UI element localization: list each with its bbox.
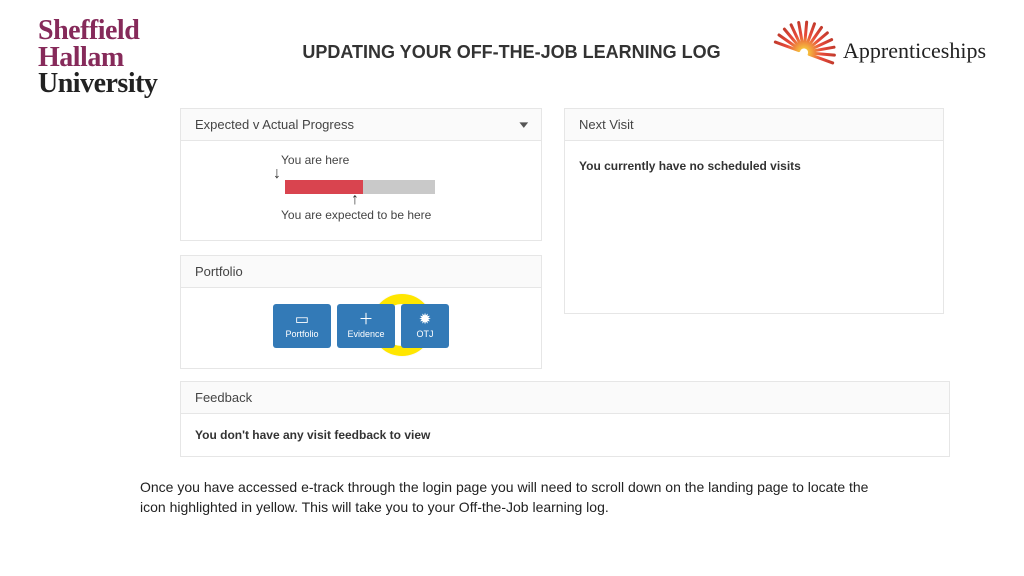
arrow-down-icon: ↓ <box>273 169 527 179</box>
shu-logo: Sheffield Hallam University <box>38 18 248 98</box>
feedback-panel-title: Feedback <box>181 382 949 414</box>
progress-bar-actual <box>285 180 363 194</box>
you-are-here-label: You are here <box>281 153 527 167</box>
instruction-caption: Once you have accessed e-track through t… <box>0 457 1024 518</box>
portfolio-button[interactable]: ▭ Portfolio <box>273 304 331 348</box>
plus-icon: ＋ <box>358 312 373 327</box>
caret-down-icon[interactable]: ▾ <box>520 118 529 131</box>
progress-panel-title: Expected v Actual Progress <box>195 117 354 132</box>
arrow-up-icon: ↑ <box>351 194 527 205</box>
otj-button[interactable]: ✹ OTJ <box>401 304 449 348</box>
evidence-button[interactable]: ＋ Evidence <box>337 304 395 348</box>
book-icon: ▭ <box>295 312 309 327</box>
shu-logo-line2: Hallam <box>38 45 248 72</box>
expected-here-label: You are expected to be here <box>281 208 527 222</box>
portfolio-panel-title: Portfolio <box>195 264 243 279</box>
apprenticeships-logo: Apprenticeships <box>775 18 986 80</box>
next-visit-panel-title: Next Visit <box>579 117 634 132</box>
shu-logo-line3: University <box>38 71 248 98</box>
next-visit-panel: Next Visit You currently have no schedul… <box>564 108 944 314</box>
portfolio-panel: Portfolio ▭ Portfolio ＋ Evidence ✹ OTJ <box>180 255 542 369</box>
evidence-button-label: Evidence <box>347 329 384 339</box>
otj-button-label: OTJ <box>417 329 434 339</box>
sunburst-icon <box>775 22 833 80</box>
page-title: UPDATING YOUR OFF-THE-JOB LEARNING LOG <box>288 18 735 64</box>
next-visit-message: You currently have no scheduled visits <box>565 141 943 313</box>
feedback-message: You don't have any visit feedback to vie… <box>181 414 949 456</box>
portfolio-button-label: Portfolio <box>285 329 318 339</box>
progress-panel: Expected v Actual Progress ▾ You are her… <box>180 108 542 241</box>
feedback-panel: Feedback You don't have any visit feedba… <box>180 381 950 457</box>
shu-logo-line1: Sheffield <box>38 18 248 45</box>
apprenticeships-brand-text: Apprenticeships <box>843 38 986 64</box>
gear-icon: ✹ <box>419 312 432 327</box>
progress-bar <box>285 180 435 194</box>
